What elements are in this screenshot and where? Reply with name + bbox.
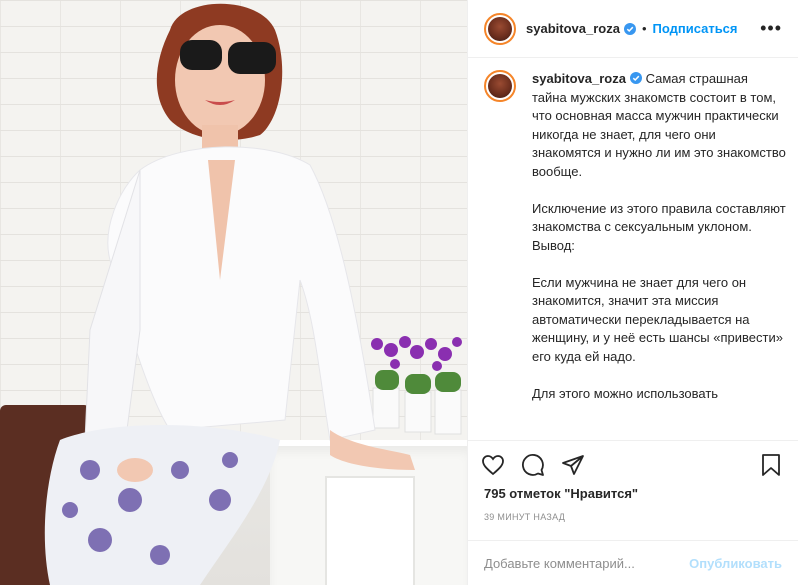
likes-count[interactable]: 795 отметок "Нравится"	[484, 486, 638, 501]
verified-badge-icon	[629, 72, 642, 84]
post-header: syabitova_roza • Подписаться •••	[468, 0, 798, 58]
comment-input[interactable]: Добавьте комментарий...	[484, 556, 635, 571]
comment-bubble-icon[interactable]	[520, 452, 546, 478]
post-timestamp[interactable]: 39 МИНУТ НАЗАД	[484, 512, 565, 522]
caption: syabitova_roza Самая страшная тайна мужс…	[484, 70, 786, 438]
comment-box: Добавьте комментарий... Опубликовать	[468, 540, 798, 585]
post-photo[interactable]	[0, 0, 467, 585]
caption-text-block: syabitova_roza Самая страшная тайна мужс…	[532, 70, 786, 438]
instagram-post: syabitova_roza • Подписаться ••• syabito…	[0, 0, 798, 585]
username-link[interactable]: syabitova_roza	[526, 21, 620, 36]
publish-button[interactable]: Опубликовать	[689, 556, 782, 571]
bookmark-icon[interactable]	[758, 452, 784, 478]
action-bar	[468, 440, 798, 488]
avatar[interactable]	[484, 12, 516, 45]
woman-figure	[44, 3, 415, 585]
caption-avatar[interactable]	[484, 70, 516, 102]
follow-button[interactable]: Подписаться	[653, 21, 738, 36]
verified-badge-icon	[623, 22, 636, 35]
caption-text: Самая страшная тайна мужских знакомств с…	[532, 71, 786, 401]
ellipsis-icon[interactable]: •••	[760, 18, 782, 39]
caption-username[interactable]: syabitova_roza	[532, 71, 626, 86]
separator-dot: •	[641, 21, 647, 36]
post-sidebar: syabitova_roza • Подписаться ••• syabito…	[467, 0, 798, 585]
heart-icon[interactable]	[480, 452, 506, 478]
paper-plane-icon[interactable]	[560, 452, 586, 478]
